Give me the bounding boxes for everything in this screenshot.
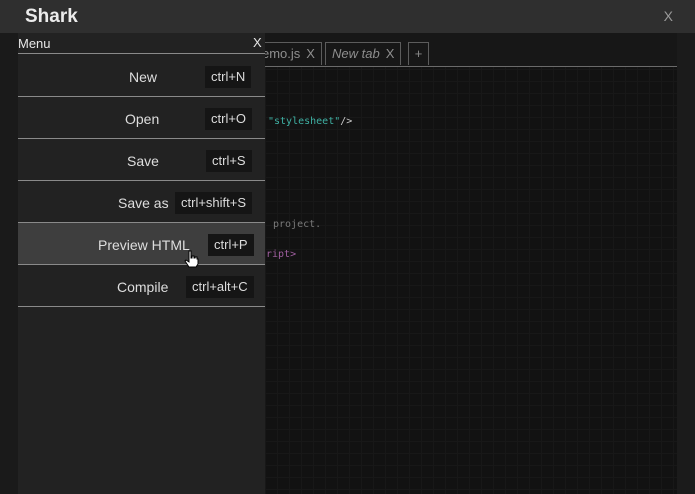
tab-close-button[interactable]: X <box>386 46 395 61</box>
code-attr: "stylesheet" <box>268 116 341 127</box>
app-window: Shark X emo.js X New tab X + "stylesheet"/… <box>0 0 695 494</box>
menu-item-save-as[interactable]: Save as ctrl+shift+S <box>18 181 265 223</box>
shortcut-badge: ctrl+alt+C <box>186 276 254 298</box>
menu-item-new[interactable]: New ctrl+N <box>18 55 265 97</box>
shortcut-badge: ctrl+S <box>206 150 252 172</box>
title-bar: Shark X <box>0 0 695 33</box>
app-title: Shark <box>25 6 78 27</box>
menu-item-open[interactable]: Open ctrl+O <box>18 97 265 139</box>
tab-label: New tab <box>332 46 380 61</box>
menu-item-compile[interactable]: Compile ctrl+alt+C <box>18 265 265 307</box>
menu-item-label: Compile <box>117 279 169 295</box>
tab-demo-js[interactable]: emo.js X <box>255 42 322 65</box>
menu-item-save[interactable]: Save ctrl+S <box>18 139 265 181</box>
tab-new-tab[interactable]: New tab X <box>325 42 402 65</box>
shortcut-badge: ctrl+shift+S <box>175 192 253 214</box>
code-line: ript> <box>266 249 297 260</box>
shortcut-badge: ctrl+O <box>205 108 253 130</box>
menu-header: Menu X <box>18 33 265 54</box>
menu-item-label: New <box>129 69 158 85</box>
tab-close-button[interactable]: X <box>306 46 315 61</box>
right-gutter <box>677 33 695 494</box>
menu-item-label: Open <box>125 111 160 127</box>
shortcut-badge: ctrl+N <box>205 66 252 88</box>
add-tab-button[interactable]: + <box>408 42 429 65</box>
menu-item-label: Preview HTML <box>98 237 190 253</box>
code-line: "stylesheet"/> <box>268 116 352 127</box>
left-gutter <box>0 33 18 494</box>
menu-item-label: Save <box>127 153 159 169</box>
menu-item-label: Save as <box>118 195 169 211</box>
tab-bar: emo.js X New tab X + <box>255 33 677 67</box>
menu-item-preview-html[interactable]: Preview HTML ctrl+P <box>18 223 265 265</box>
hand-pointer-icon <box>184 250 199 268</box>
code-punct: /> <box>340 116 353 127</box>
menu-close-button[interactable]: X <box>253 35 262 50</box>
side-menu: Menu X New ctrl+N Open ctrl+O Save ctrl+… <box>18 33 265 494</box>
menu-title: Menu <box>18 36 51 51</box>
tab-label: emo.js <box>262 46 301 61</box>
editor-pane[interactable]: emo.js X New tab X + "stylesheet"/> projec… <box>255 33 677 494</box>
window-close-button[interactable]: X <box>664 8 673 24</box>
code-line: project. <box>273 219 322 230</box>
shortcut-badge: ctrl+P <box>208 234 254 256</box>
